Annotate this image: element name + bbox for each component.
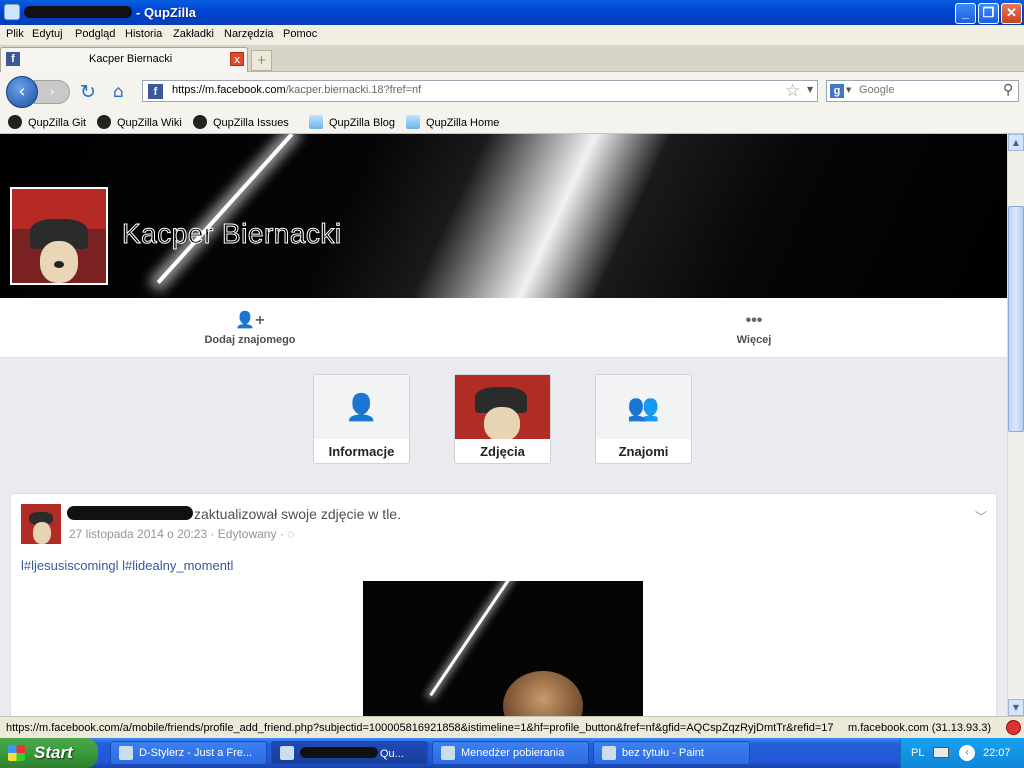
photos-thumbnail: [455, 375, 550, 439]
post-options-chevron-icon[interactable]: ﹀: [975, 508, 987, 525]
window-title: - QupZilla: [24, 5, 196, 20]
scrollbar-thumb[interactable]: [1008, 206, 1024, 432]
post-hashtags[interactable]: l#ljesusiscomingl l#lidealny_momentl: [21, 558, 233, 573]
url-bar[interactable]: f https://m.facebook.com/kacper.biernack…: [142, 80, 818, 102]
title-bar: - QupZilla _ ❐ ✕: [0, 0, 1024, 25]
bookmark-qupzilla-blog[interactable]: QupZilla Blog: [309, 115, 395, 129]
profile-picture[interactable]: [10, 187, 108, 285]
qupzilla-home-icon: [406, 115, 420, 129]
search-bar[interactable]: g ▼ ⚲: [826, 80, 1019, 102]
github-icon: [193, 115, 207, 129]
facebook-favicon-icon: f: [6, 52, 20, 66]
tile-znajomi[interactable]: 👥 Znajomi: [595, 374, 692, 464]
search-engine-icon[interactable]: g: [830, 84, 844, 98]
search-input[interactable]: [859, 84, 999, 96]
back-button[interactable]: ‹: [6, 76, 38, 108]
bookmark-qupzilla-git[interactable]: QupZilla Git: [8, 115, 86, 129]
system-tray: PL ‹ 22:07: [900, 738, 1024, 768]
search-icon[interactable]: ⚲: [1003, 82, 1013, 98]
post-meta: 27 listopada 2014 o 20:23 · Edytowany · …: [69, 527, 295, 541]
tab-kacper-biernacki[interactable]: f Kacper Biernacki x: [0, 47, 248, 72]
bookmarks-bar: QupZilla Git QupZilla Wiki QupZilla Issu…: [0, 112, 1024, 134]
status-bar: https://m.facebook.com/a/mobile/friends/…: [0, 716, 1024, 738]
tile-zdjecia[interactable]: Zdjęcia: [454, 374, 551, 464]
cover-photo[interactable]: [0, 134, 1007, 298]
post-action-text: zaktualizował swoje zdjęcie w tle.: [194, 506, 401, 522]
post-image[interactable]: [363, 581, 643, 716]
new-tab-button[interactable]: +: [251, 50, 272, 71]
timeline-post: zaktualizował swoje zdjęcie w tle. 27 li…: [10, 493, 997, 716]
scroll-up-icon[interactable]: ▲: [1008, 134, 1024, 151]
github-icon: [8, 115, 22, 129]
scroll-down-icon[interactable]: ▼: [1008, 699, 1024, 716]
navigation-bar: › ‹ ↻ ⌂ f https://m.facebook.com/kacper.…: [0, 72, 1024, 112]
add-friend-button[interactable]: 👤+ Dodaj znajomego: [190, 310, 310, 346]
tray-expand-icon[interactable]: ‹: [959, 745, 975, 761]
alien-icon: [119, 746, 133, 760]
bookmark-qupzilla-home[interactable]: QupZilla Home: [406, 115, 499, 129]
vertical-scrollbar[interactable]: ▲ ▼: [1007, 134, 1024, 716]
clock: 22:07: [983, 747, 1011, 759]
tab-close-icon[interactable]: x: [230, 52, 244, 66]
redacted-task-title: [300, 747, 378, 758]
taskbar-item-paint[interactable]: bez tytułu - Paint: [593, 741, 750, 765]
tab-bar: f Kacper Biernacki x +: [0, 45, 1024, 72]
forward-button[interactable]: ›: [34, 80, 70, 104]
blog-icon: [309, 115, 323, 129]
profile-name: Kacper Biernacki: [122, 218, 342, 250]
post-author-avatar[interactable]: [21, 504, 61, 544]
url-history-dropdown-icon[interactable]: ▼: [807, 85, 813, 94]
windows-taskbar: Start D-Stylerz - Just a Fre... Qu... Me…: [0, 738, 1024, 768]
menu-pomoc[interactable]: Pomoc: [283, 28, 317, 40]
menu-edytuj[interactable]: Edytuj: [32, 28, 63, 40]
redacted-title-mark: [24, 6, 132, 18]
menu-bar: Plik Edytuj Podgląd Historia Zakładki Na…: [0, 25, 1024, 45]
start-button[interactable]: Start: [0, 738, 98, 768]
windows-logo-icon: [8, 745, 25, 761]
menu-plik[interactable]: Plik: [6, 28, 24, 40]
site-favicon-icon: f: [148, 84, 163, 99]
qupzilla-icon: [280, 746, 294, 760]
close-window-button[interactable]: ✕: [1001, 3, 1022, 24]
tab-label: Kacper Biernacki: [89, 53, 173, 65]
status-link-url: https://m.facebook.com/a/mobile/friends/…: [6, 722, 834, 734]
reload-icon[interactable]: ↻: [80, 81, 96, 103]
maximize-button[interactable]: ❐: [978, 3, 999, 24]
tile-informacje[interactable]: 👤 Informacje: [313, 374, 410, 464]
lightning-graphic: [156, 134, 294, 284]
bookmark-star-icon[interactable]: ☆: [785, 81, 800, 101]
more-dots-icon: •••: [745, 312, 763, 329]
menu-zakladki[interactable]: Zakładki: [173, 28, 214, 40]
keyboard-icon[interactable]: [933, 747, 949, 758]
taskbar-item-qupzilla[interactable]: Qu...: [271, 741, 428, 765]
paint-icon: [602, 746, 616, 760]
search-engine-dropdown-icon[interactable]: ▼: [846, 86, 851, 94]
language-indicator[interactable]: PL: [911, 747, 924, 759]
page-content: Kacper Biernacki 👤+ Dodaj znajomego ••• …: [0, 134, 1007, 716]
add-friend-icon: 👤+: [235, 312, 265, 329]
bookmark-qupzilla-issues[interactable]: QupZilla Issues: [193, 115, 289, 129]
status-host: m.facebook.com (31.13.93.3): [848, 722, 992, 734]
menu-historia[interactable]: Historia: [125, 28, 162, 40]
taskbar-item-dstylerz[interactable]: D-Stylerz - Just a Fre...: [110, 741, 267, 765]
adblock-icon[interactable]: [1006, 720, 1021, 735]
person-icon: 👤: [345, 393, 378, 423]
profile-action-bar: 👤+ Dodaj znajomego ••• Więcej: [0, 298, 1007, 358]
home-icon[interactable]: ⌂: [113, 82, 124, 102]
friends-icon: 👥: [627, 393, 660, 423]
url-text[interactable]: https://m.facebook.com/kacper.biernacki.…: [172, 84, 421, 96]
globe-icon: ◌: [287, 527, 295, 541]
qupzilla-app-icon: [4, 4, 20, 20]
minimize-button[interactable]: _: [955, 3, 976, 24]
bookmark-qupzilla-wiki[interactable]: QupZilla Wiki: [97, 115, 182, 129]
taskbar-item-download-manager[interactable]: Menedżer pobierania: [432, 741, 589, 765]
profile-tiles: 👤 Informacje Zdjęcia 👥 Znajomi: [0, 374, 1007, 464]
github-icon: [97, 115, 111, 129]
menu-podglad[interactable]: Podgląd: [75, 28, 115, 40]
more-button[interactable]: ••• Więcej: [694, 310, 814, 346]
download-manager-icon: [441, 746, 455, 760]
menu-narzedzia[interactable]: Narzędzia: [224, 28, 274, 40]
redacted-author-name: [67, 506, 193, 520]
